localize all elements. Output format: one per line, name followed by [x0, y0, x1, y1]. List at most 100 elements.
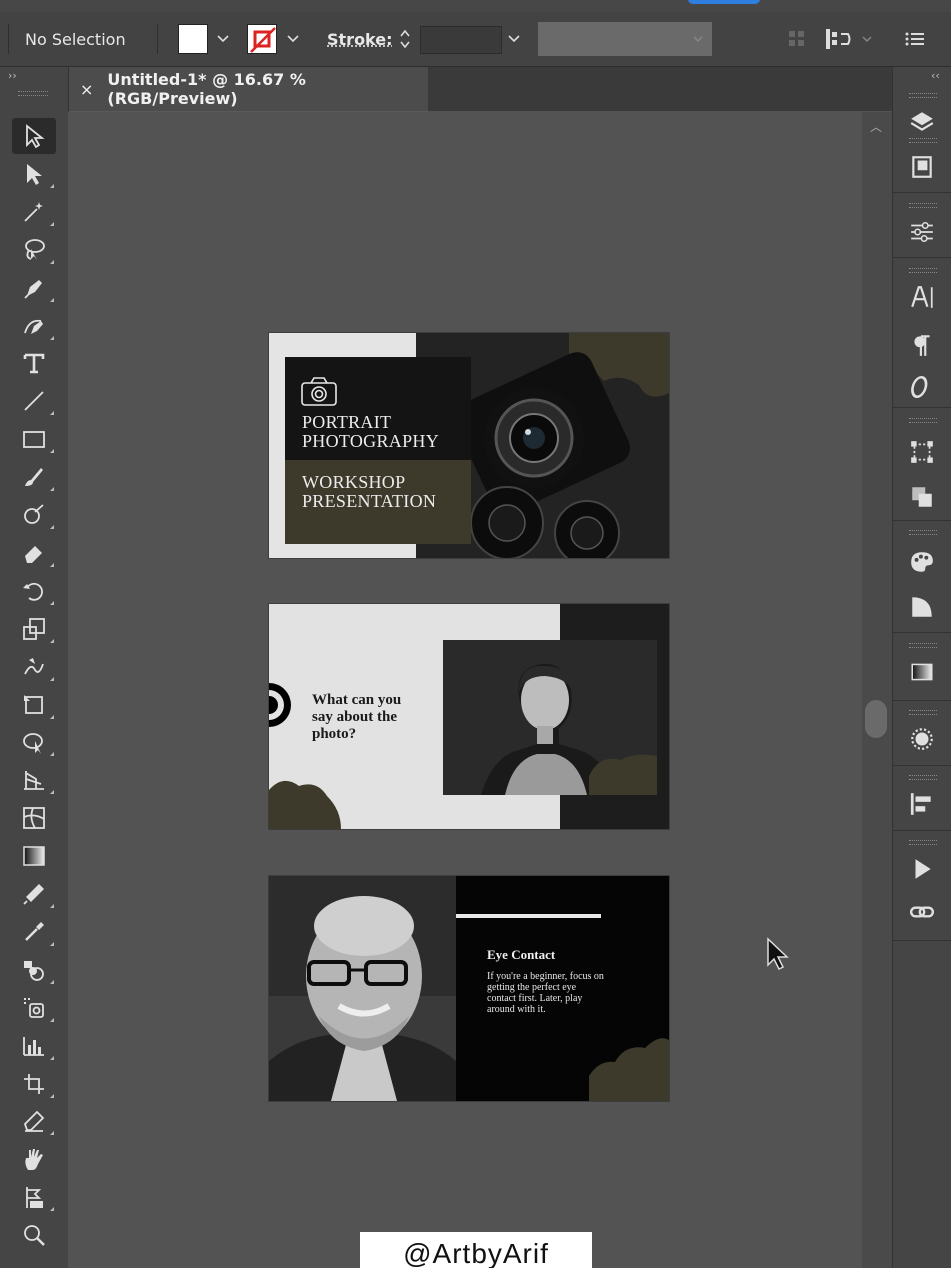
variable-width-profile-field[interactable] [538, 22, 684, 56]
transform-icon[interactable] [902, 435, 942, 469]
hand-tool-icon[interactable] [12, 1141, 56, 1177]
share-button[interactable] [688, 0, 760, 4]
artboard2-question-line1: What can you [312, 692, 402, 708]
artboard3-body-line1: If you're a beginner, focus on [487, 971, 604, 982]
paintbrush-tool-icon[interactable] [12, 459, 56, 495]
links-icon[interactable] [902, 895, 942, 929]
character-icon[interactable] [902, 280, 942, 314]
panel-group-grip[interactable] [909, 643, 937, 648]
print-tiling-tool-icon[interactable] [12, 1179, 56, 1215]
close-tab-icon[interactable]: × [80, 80, 93, 99]
stroke-label[interactable]: Stroke: [327, 30, 393, 49]
scale-tool-icon[interactable] [12, 611, 56, 647]
panel-group-divider [893, 192, 951, 193]
scroll-up-icon[interactable]: ︿ [870, 118, 882, 135]
artboard1-sub-line2: PRESENTATION [302, 491, 437, 511]
layers-icon[interactable] [902, 105, 942, 139]
properties-icon[interactable] [902, 215, 942, 249]
artboard2-question-line3: photo? [312, 726, 357, 742]
stroke-weight-field[interactable] [420, 26, 502, 54]
opentype-icon[interactable] [902, 370, 942, 404]
eyedropper-blend-tool-icon[interactable] [12, 876, 56, 912]
type-tool-icon[interactable] [12, 345, 56, 381]
zoom-tool-icon[interactable] [12, 1217, 56, 1253]
live-paint-tool-icon[interactable] [12, 990, 56, 1026]
panel-group-grip[interactable] [909, 203, 937, 208]
artboard1-heading-line2: PHOTOGRAPHY [302, 431, 439, 451]
panel-group-divider [893, 830, 951, 831]
lasso-tool-icon[interactable] [12, 232, 56, 268]
artboard-1[interactable]: PORTRAIT PHOTOGRAPHY WORKSHOP PRESENTATI… [269, 333, 669, 558]
selection-tool-icon[interactable] [12, 118, 56, 154]
stroke-weight-chevron-icon[interactable] [503, 26, 525, 52]
panel-group-grip[interactable] [909, 268, 937, 273]
mouse-cursor-icon [767, 937, 789, 971]
pathfinder-icon[interactable] [902, 480, 942, 514]
slice-tool-icon[interactable] [12, 1103, 56, 1139]
column-graph-tool-icon[interactable] [12, 1028, 56, 1064]
scrollbar-thumb[interactable] [865, 700, 887, 738]
panel-group-grip[interactable] [909, 93, 937, 98]
portrait-man-photo [269, 876, 669, 1101]
color-guide-icon[interactable] [902, 590, 942, 624]
stroke-swatch[interactable] [247, 24, 277, 54]
vertical-scrollbar[interactable]: ︿ [862, 112, 892, 1268]
gradient-tool-icon[interactable] [12, 838, 56, 874]
artboard3-title: Eye Contact [487, 947, 556, 962]
panel-group-grip[interactable] [909, 840, 937, 845]
mesh-tool-icon[interactable] [12, 800, 56, 836]
align-icon[interactable] [902, 787, 942, 821]
collapse-toolbar-icon[interactable]: ›› [8, 69, 17, 82]
document-tab[interactable]: × Untitled-1* @ 16.67 % (RGB/Preview) [68, 67, 428, 112]
artboard1-heading-line1: PORTRAIT [302, 412, 392, 432]
perspective-grid-tool-icon[interactable] [12, 762, 56, 798]
warp-tool-icon[interactable] [12, 649, 56, 685]
toolbar-grip[interactable] [18, 91, 48, 96]
panel-group-grip[interactable] [909, 775, 937, 780]
eyedropper-tool-icon[interactable] [12, 914, 56, 950]
rectangle-tool-icon[interactable] [12, 421, 56, 457]
artboard1-sub-line1: WORKSHOP [302, 472, 406, 492]
title-strip [0, 0, 951, 12]
artboard2-question-line2: say about the [312, 709, 398, 725]
align-icon[interactable] [822, 26, 856, 52]
direct-selection-tool-icon[interactable] [12, 156, 56, 192]
shaper-tool-icon[interactable] [12, 497, 56, 533]
eraser-tool-icon[interactable] [12, 535, 56, 571]
actions-icon[interactable] [902, 852, 942, 886]
appearance-icon[interactable] [902, 722, 942, 756]
symbol-sprayer-tool-icon[interactable] [12, 952, 56, 988]
document-tab-title: Untitled-1* @ 16.67 % (RGB/Preview) [107, 70, 306, 108]
panel-group-divider [893, 257, 951, 258]
pen-tool-icon[interactable] [12, 270, 56, 306]
align-dropdown-chevron-icon[interactable] [860, 26, 874, 52]
expand-panels-icon[interactable]: ‹‹ [931, 69, 940, 82]
curvature-tool-icon[interactable] [12, 308, 56, 344]
color-icon[interactable] [902, 545, 942, 579]
artboard-2[interactable]: What can you say about the photo? [269, 604, 669, 829]
libraries-icon[interactable] [902, 150, 942, 184]
rotate-tool-icon[interactable] [12, 573, 56, 609]
fill-dropdown-chevron-icon[interactable] [212, 26, 234, 52]
profile-dropdown-chevron-icon[interactable] [684, 22, 712, 56]
panel-group-divider [893, 940, 951, 941]
artboard-3[interactable]: Eye Contact If you're a beginner, focus … [269, 876, 669, 1101]
shape-builder-tool-icon[interactable] [12, 724, 56, 760]
panel-group-divider [893, 700, 951, 701]
panel-group-grip[interactable] [909, 418, 937, 423]
panel-group-grip[interactable] [909, 530, 937, 535]
more-options-icon[interactable] [900, 26, 930, 52]
grid-align-icon[interactable] [786, 26, 808, 52]
magic-wand-tool-icon[interactable] [12, 194, 56, 230]
artboard-tool-icon[interactable] [12, 1066, 56, 1102]
artboard3-body-line2: getting the perfect eye [487, 982, 577, 993]
gradient-icon[interactable] [902, 655, 942, 689]
stroke-dropdown-chevron-icon[interactable] [282, 26, 304, 52]
panel-group-divider [893, 765, 951, 766]
paragraph-icon[interactable] [902, 328, 942, 362]
line-tool-icon[interactable] [12, 383, 56, 419]
free-transform-tool-icon[interactable] [12, 687, 56, 723]
fill-swatch[interactable] [178, 24, 208, 54]
panel-group-grip[interactable] [909, 710, 937, 715]
stroke-weight-stepper-icon[interactable] [393, 26, 417, 54]
